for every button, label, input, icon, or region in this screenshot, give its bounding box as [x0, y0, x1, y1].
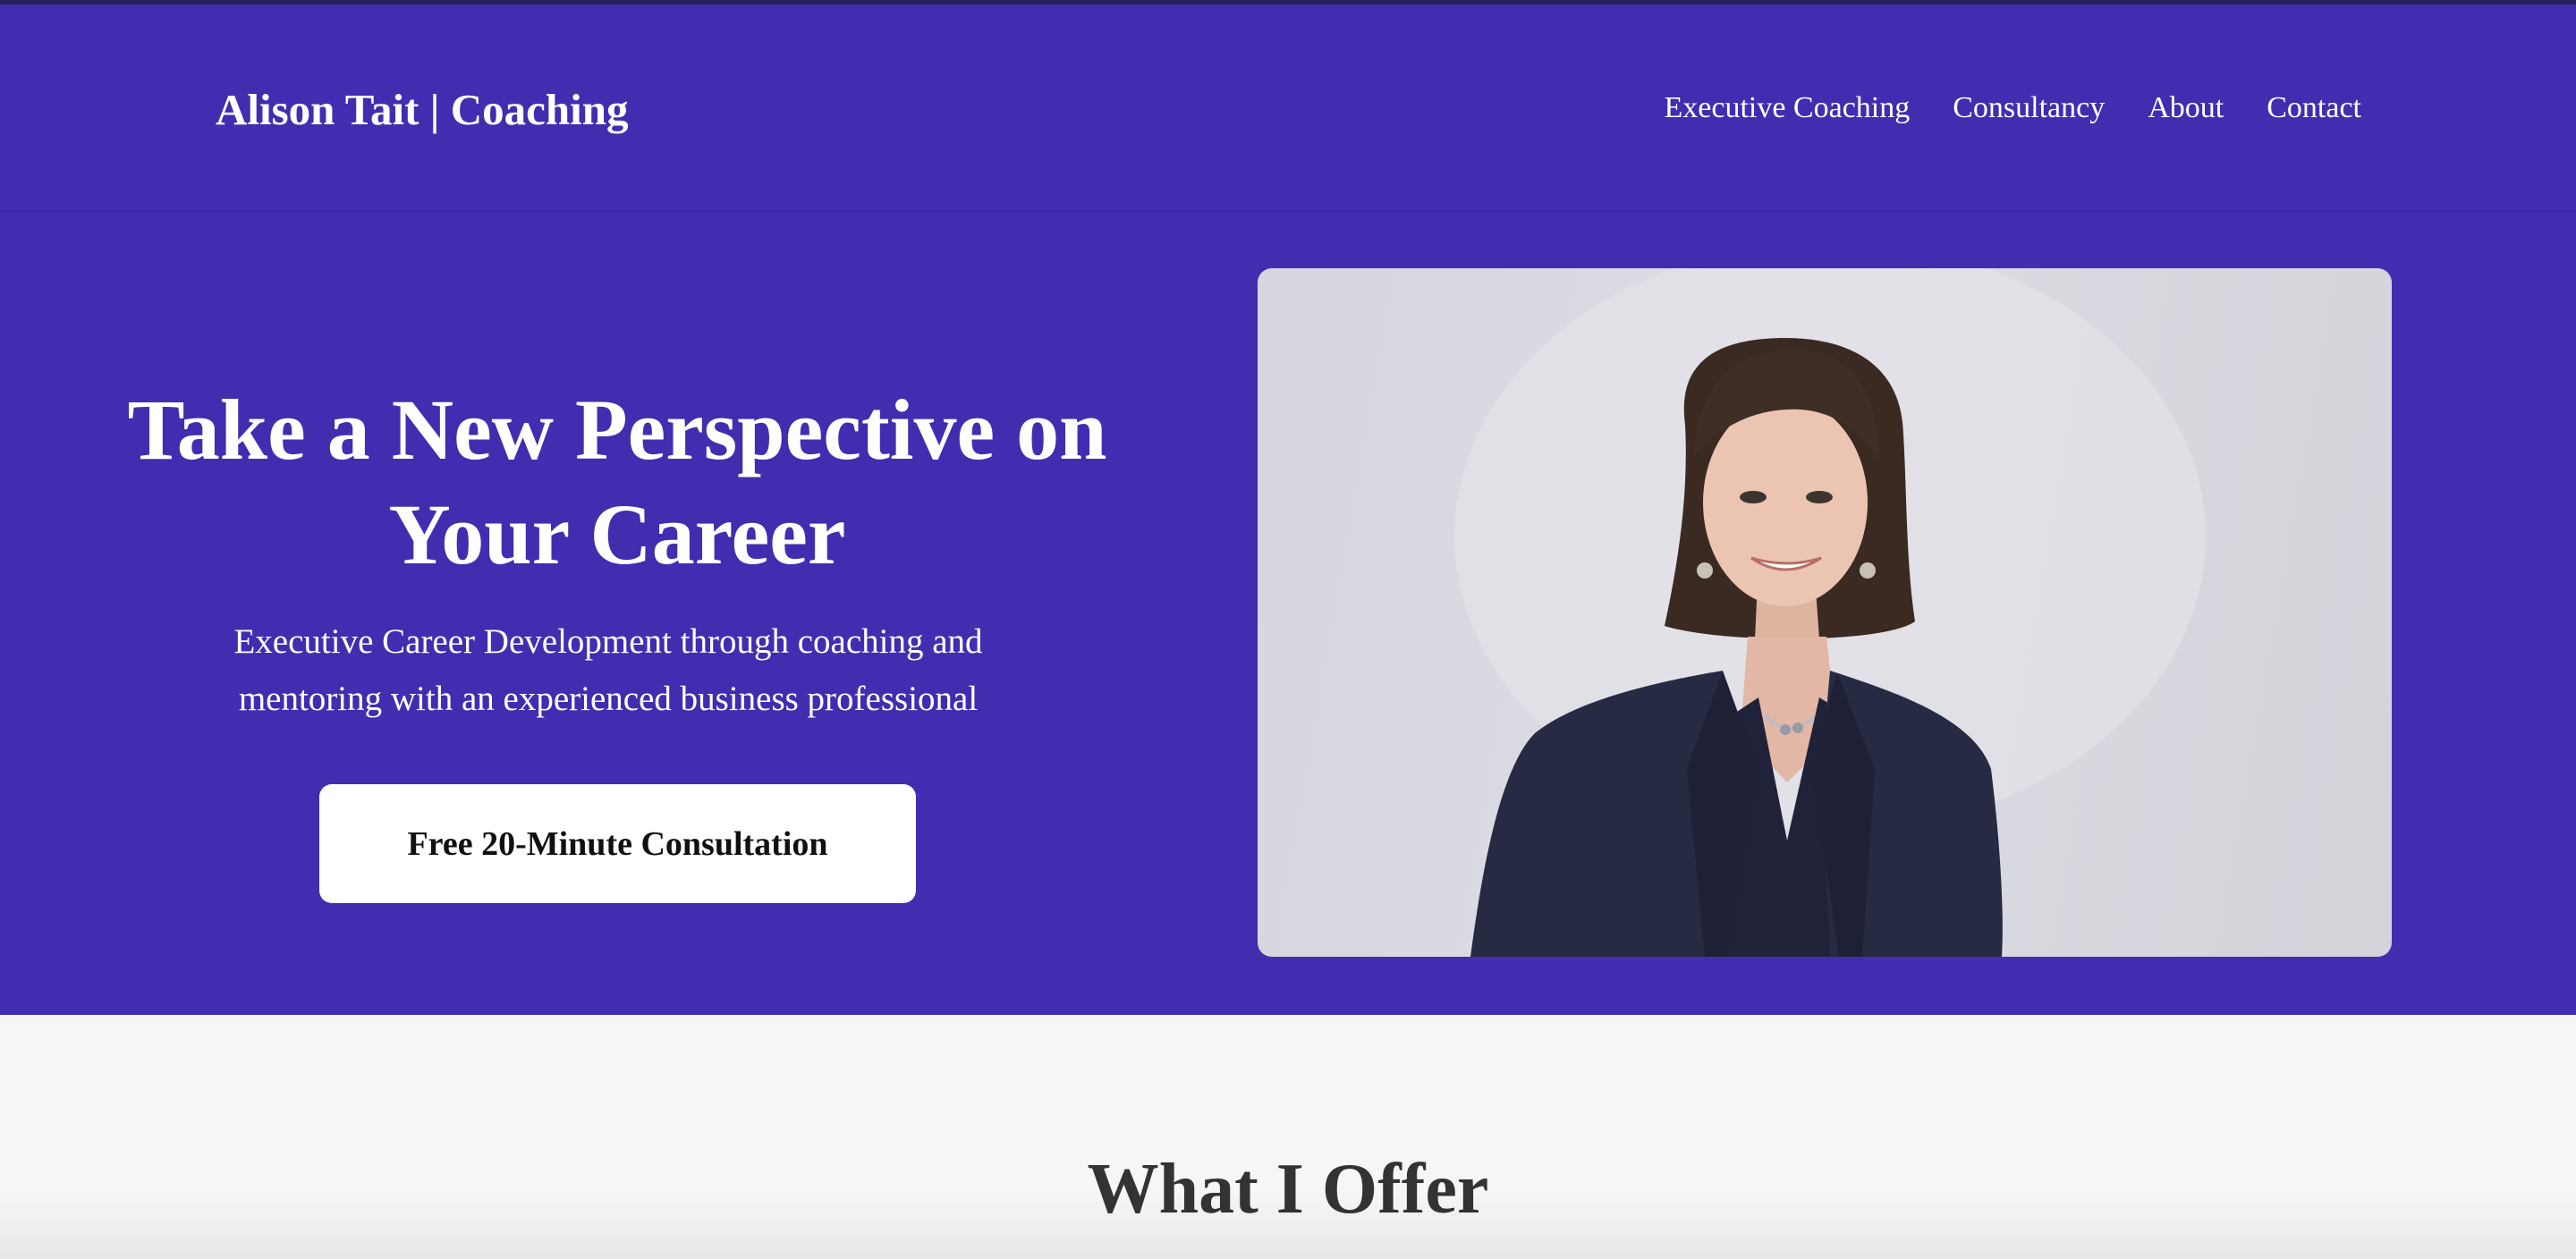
portrait-photo — [1258, 268, 2392, 957]
main-nav: Executive Coaching Consultancy About Con… — [1665, 87, 2362, 130]
nav-executive-coaching[interactable]: Executive Coaching — [1665, 87, 1911, 130]
nav-contact[interactable]: Contact — [2267, 87, 2361, 130]
site-logo[interactable]: Alison Tait | Coaching — [216, 83, 628, 137]
free-consultation-button[interactable]: Free 20-Minute Consultation — [319, 784, 916, 903]
what-i-offer-heading: What I Offer — [1087, 1150, 1489, 1229]
site-header: Alison Tait | Coaching Executive Coachin… — [0, 4, 2576, 212]
nav-about[interactable]: About — [2148, 87, 2224, 130]
hero-title: Take a New Perspective on Your Career — [127, 382, 1107, 582]
hero-subtitle: Executive Career Development through coa… — [233, 622, 983, 718]
nav-consultancy[interactable]: Consultancy — [1953, 87, 2105, 130]
portrait-illustration — [1454, 268, 2206, 957]
